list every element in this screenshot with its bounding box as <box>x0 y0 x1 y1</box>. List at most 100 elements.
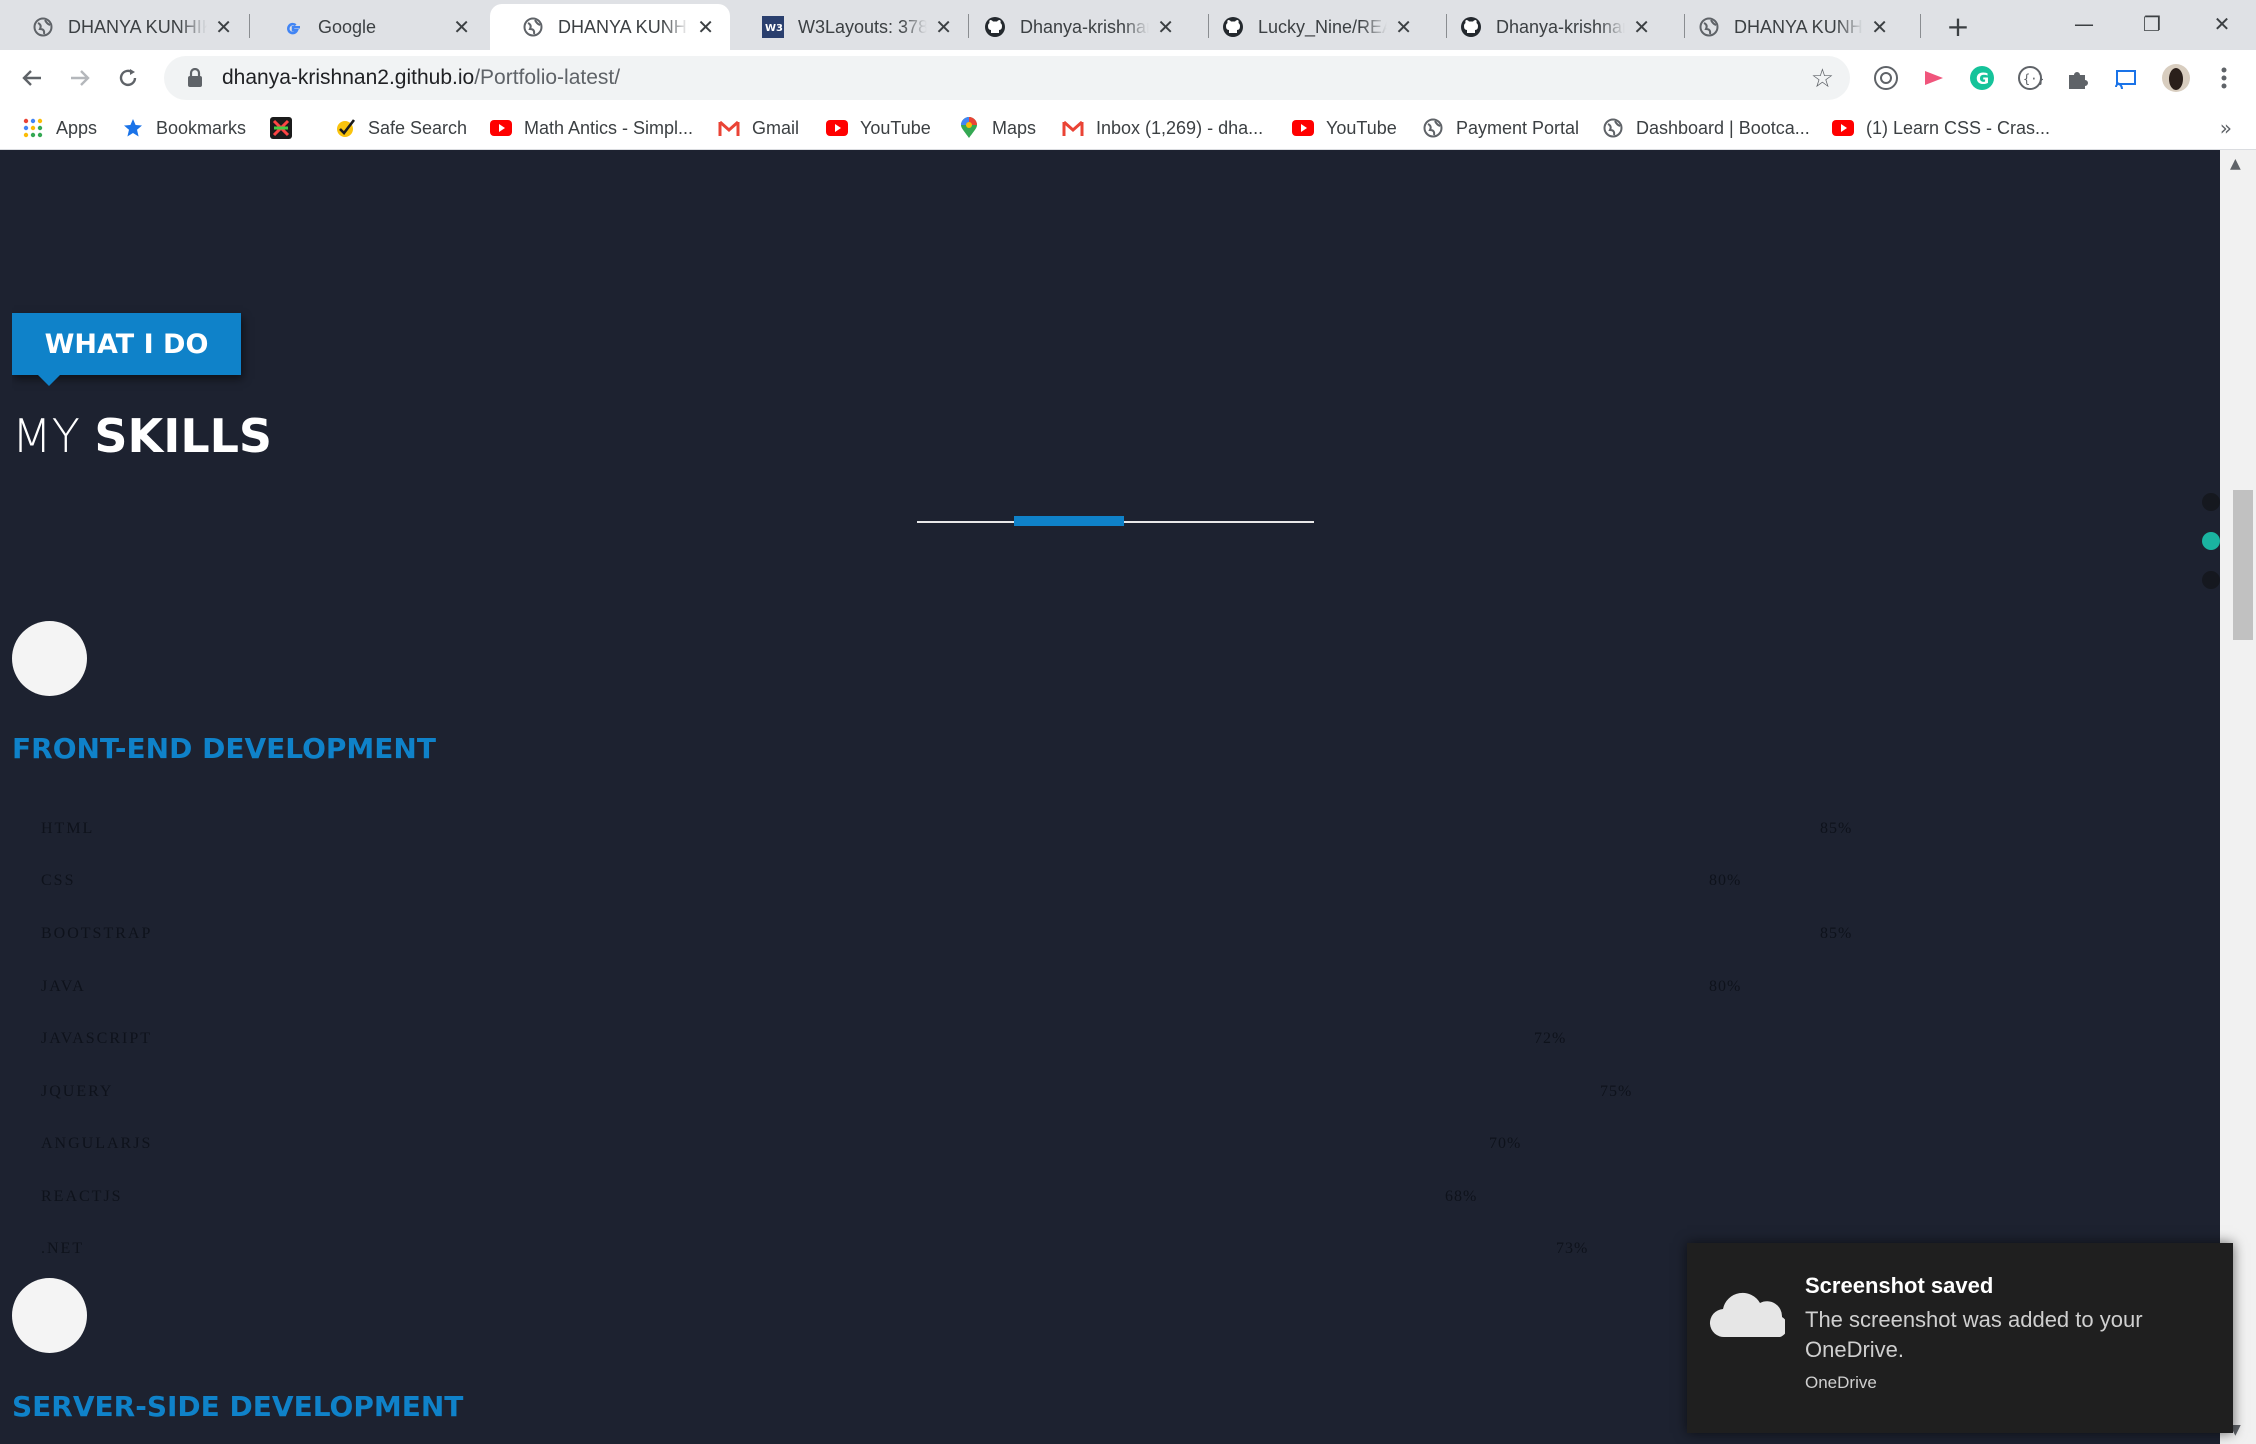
tab-2-active[interactable]: DHANYA KUNHIKRISHNAN ✕ <box>490 4 730 50</box>
apps-grid-icon <box>22 117 44 139</box>
section-title-frontend: FRONT-END DEVELOPMENT <box>12 732 436 765</box>
scrollbar-thumb[interactable] <box>2233 490 2253 640</box>
close-icon[interactable]: ✕ <box>1633 15 1650 39</box>
github-icon <box>1222 16 1244 38</box>
skill-name: ANGULARJS <box>41 1135 153 1152</box>
bookmark-label: Maps <box>992 117 1037 138</box>
bookmark-safe-search[interactable]: Safe Search <box>334 114 467 142</box>
section-nav-dot[interactable] <box>2202 493 2220 511</box>
profile-avatar[interactable] <box>2160 62 2192 94</box>
tab-7[interactable]: DHANYA KUNHIKRISHNAN ✕ <box>1666 4 1904 50</box>
skill-row: BOOTSTRAP 85% <box>41 925 2141 951</box>
close-icon[interactable]: ✕ <box>1871 15 1888 39</box>
lock-icon <box>184 68 206 88</box>
what-i-do-badge: WHAT I DO <box>12 313 241 375</box>
tab-title: DHANYA KUNHIKRISHNAN <box>68 16 208 37</box>
skill-row: CSS 80% <box>41 872 2141 898</box>
tab-title: Google <box>318 16 377 37</box>
bookmark-star-icon[interactable]: ☆ <box>1811 64 1834 94</box>
close-icon[interactable]: ✕ <box>697 15 714 39</box>
address-bar[interactable]: dhanya-krishnan2.github.io/Portfolio-lat… <box>164 56 1850 100</box>
github-icon <box>1460 16 1482 38</box>
extension-icon[interactable] <box>1870 62 1902 94</box>
globe-icon <box>1698 16 1720 38</box>
scroll-up-arrow-icon[interactable]: ▲ <box>2230 156 2241 172</box>
forward-button[interactable] <box>60 58 100 98</box>
skill-row: JAVA 80% <box>41 978 2141 1004</box>
onedrive-notification[interactable]: Screenshot saved The screenshot was adde… <box>1687 1243 2233 1433</box>
skill-name: BOOTSTRAP <box>41 925 153 942</box>
w3layouts-icon: W3 <box>762 16 784 38</box>
reload-button[interactable] <box>108 58 148 98</box>
close-icon[interactable]: ✕ <box>1157 15 1174 39</box>
tab-1[interactable]: Google ✕ <box>250 4 486 50</box>
skill-name: JAVA <box>41 978 86 995</box>
tab-title: Dhanya-krishnan2 <box>1496 16 1625 37</box>
google-icon <box>282 16 304 38</box>
bookmark-maps[interactable]: Maps <box>958 114 1036 142</box>
heading-divider-accent <box>1014 516 1124 526</box>
tab-strip: DHANYA KUNHIKRISHNAN ✕ Google ✕ DHANYA K… <box>0 0 2256 50</box>
bookmark-gmail[interactable]: Gmail <box>718 114 799 142</box>
bookmark-math-antics[interactable]: Math Antics - Simpl... <box>490 114 693 142</box>
bookmark-inbox[interactable]: Inbox (1,269) - dha... <box>1062 114 1263 142</box>
menu-kebab-icon[interactable] <box>2208 62 2240 94</box>
skill-name: .NET <box>41 1240 85 1257</box>
section-icon-circle <box>12 1278 87 1353</box>
section-nav-dot[interactable] <box>2202 571 2220 589</box>
extensions-puzzle-icon[interactable] <box>2062 62 2094 94</box>
url-host: dhanya-krishnan2.github.io <box>222 66 475 89</box>
notification-title: Screenshot saved <box>1805 1273 1994 1298</box>
tab-3[interactable]: W3 W3Layouts: 3784 ✕ <box>730 4 968 50</box>
new-tab-button[interactable]: + <box>1940 8 1976 44</box>
tab-0[interactable]: DHANYA KUNHIKRISHNAN ✕ <box>0 4 248 50</box>
bookmark-label: Dashboard | Bootca... <box>1636 117 1810 138</box>
globe-icon <box>522 16 544 38</box>
bookmark-label: Apps <box>56 117 98 138</box>
bookmark-app[interactable] <box>270 114 304 142</box>
bookmark-youtube[interactable]: YouTube <box>826 114 931 142</box>
bookmark-dashboard[interactable]: Dashboard | Bootca... <box>1602 114 1810 142</box>
section-icon-circle <box>12 621 87 696</box>
skill-percent: 68% <box>1445 1188 1478 1205</box>
bookmark-bookmarks[interactable]: Bookmarks <box>122 114 246 142</box>
bookmark-payment-portal[interactable]: Payment Portal <box>1422 114 1579 142</box>
bookmarks-overflow-button[interactable]: » <box>2220 116 2232 140</box>
code-extension-icon[interactable]: {·} <box>2014 62 2046 94</box>
tab-4[interactable]: Dhanya-krishnan2 ✕ <box>952 4 1190 50</box>
close-icon[interactable]: ✕ <box>215 15 232 39</box>
youtube-icon <box>1832 117 1854 139</box>
tab-5[interactable]: Lucky_Nine/README ✕ <box>1190 4 1428 50</box>
close-icon[interactable]: ✕ <box>453 15 470 39</box>
cast-icon[interactable] <box>2110 62 2142 94</box>
window-close-button[interactable]: ✕ <box>2192 6 2252 42</box>
bookmark-label: (1) Learn CSS - Cras... <box>1866 117 2051 138</box>
bookmark-youtube-2[interactable]: YouTube <box>1292 114 1397 142</box>
youtube-icon <box>826 117 848 139</box>
bookmark-apps[interactable]: Apps <box>22 114 97 142</box>
heading-bold: SKILLS <box>94 409 273 463</box>
tab-separator <box>1920 14 1921 38</box>
skill-name: JQUERY <box>41 1083 114 1100</box>
section-title-server-side: SERVER-SIDE DEVELOPMENT <box>12 1390 464 1423</box>
restore-button[interactable]: ❐ <box>2122 6 2182 42</box>
bookmark-label: YouTube <box>1326 117 1397 138</box>
back-button[interactable] <box>12 58 52 98</box>
tab-6[interactable]: Dhanya-krishnan2 ✕ <box>1428 4 1666 50</box>
section-nav-dot-active[interactable] <box>2202 532 2220 550</box>
skill-percent: 73% <box>1556 1240 1589 1257</box>
globe-icon <box>1422 117 1444 139</box>
skill-row: JAVASCRIPT 72% <box>41 1030 2141 1056</box>
colorful-app-icon <box>270 117 292 139</box>
minimize-button[interactable]: — <box>2054 6 2114 42</box>
screencast-extension-icon[interactable] <box>1918 62 1950 94</box>
skill-percent: 80% <box>1709 978 1742 995</box>
tab-title: W3Layouts: 3784 <box>798 16 928 37</box>
grammarly-icon[interactable]: G <box>1966 62 1998 94</box>
close-icon[interactable]: ✕ <box>935 15 952 39</box>
bookmarks-bar: Apps Bookmarks Safe Search Math Antics -… <box>0 106 2256 150</box>
bookmark-learn-css[interactable]: (1) Learn CSS - Cras... <box>1832 114 2050 142</box>
youtube-icon <box>1292 117 1314 139</box>
bookmark-label: Inbox (1,269) - dha... <box>1096 117 1264 138</box>
close-icon[interactable]: ✕ <box>1395 15 1412 39</box>
